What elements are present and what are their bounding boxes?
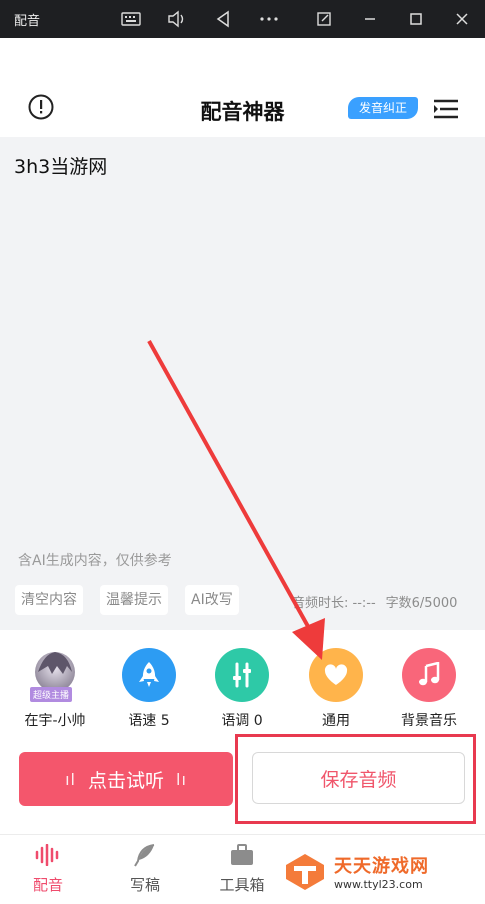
ai-disclaimer: 含AI生成内容，仅供参考 xyxy=(18,553,172,569)
char-count: 字数6/5000 xyxy=(385,596,458,611)
audio-duration: 音频时长: --:-- xyxy=(292,596,376,611)
save-audio-button[interactable]: 保存音频 xyxy=(252,752,465,804)
editor-stats: 音频时长: --:-- 字数6/5000 xyxy=(292,592,457,611)
speed-label: 语速 5 xyxy=(128,713,170,729)
more-icon[interactable] xyxy=(252,0,286,38)
rocket-icon xyxy=(122,648,176,702)
sound-wave-icon: lı xyxy=(176,769,187,789)
sound-wave-icon xyxy=(13,842,83,868)
feather-icon xyxy=(110,842,180,868)
minimize-icon[interactable] xyxy=(353,0,387,38)
watermark-name: 天天游戏网 xyxy=(334,856,429,877)
nav-label: 工具箱 xyxy=(219,876,265,894)
heart-icon xyxy=(309,648,363,702)
window-title-bar: 配音 xyxy=(0,0,485,38)
briefcase-icon xyxy=(207,842,277,868)
nav-item-dubbing[interactable]: 配音 xyxy=(13,842,83,895)
bgm-label: 背景音乐 xyxy=(401,713,457,729)
pitch-setting[interactable]: 语调 0 xyxy=(197,648,287,730)
style-label: 通用 xyxy=(322,713,350,729)
back-icon[interactable] xyxy=(206,0,240,38)
nav-label: 写稿 xyxy=(129,876,160,894)
style-setting[interactable]: 通用 xyxy=(291,648,381,730)
voice-tag: 超级主播 xyxy=(30,687,73,702)
speed-setting[interactable]: 语速 5 xyxy=(104,648,194,730)
editor-text[interactable]: 3h3当游网 xyxy=(14,152,107,179)
pitch-label: 语调 0 xyxy=(221,713,263,729)
clear-content-button[interactable]: 清空内容 xyxy=(15,585,83,615)
pronunciation-fix-badge[interactable]: 发音纠正 xyxy=(348,97,418,119)
voice-selector[interactable]: 超级主播 在宇-小帅 xyxy=(10,648,100,730)
voice-name: 在宇-小帅 xyxy=(24,713,86,729)
maximize-icon[interactable] xyxy=(399,0,433,38)
nav-item-toolbox[interactable]: 工具箱 xyxy=(207,842,277,895)
avatar: 超级主播 xyxy=(28,648,82,702)
music-note-icon xyxy=(402,648,456,702)
background-music-setting[interactable]: 背景音乐 xyxy=(384,648,474,730)
screenshot-icon[interactable] xyxy=(307,0,341,38)
nav-item-writing[interactable]: 写稿 xyxy=(110,842,180,895)
keyboard-icon[interactable] xyxy=(114,0,148,38)
listen-label: 点击试听 xyxy=(87,769,164,792)
sound-wave-icon: ıl xyxy=(65,769,76,789)
watermark-logo xyxy=(286,854,324,890)
tips-button[interactable]: 温馨提示 xyxy=(100,585,168,615)
window-title: 配音 xyxy=(14,14,41,29)
nav-label: 配音 xyxy=(32,876,63,894)
listen-button[interactable]: ıl 点击试听 lı xyxy=(19,752,233,806)
sliders-icon xyxy=(215,648,269,702)
volume-icon[interactable] xyxy=(160,0,194,38)
menu-icon[interactable] xyxy=(432,97,460,121)
close-icon[interactable] xyxy=(445,0,479,38)
ai-rewrite-button[interactable]: AI改写 xyxy=(185,585,239,615)
watermark-url: www.ttyl23.com xyxy=(334,878,423,891)
